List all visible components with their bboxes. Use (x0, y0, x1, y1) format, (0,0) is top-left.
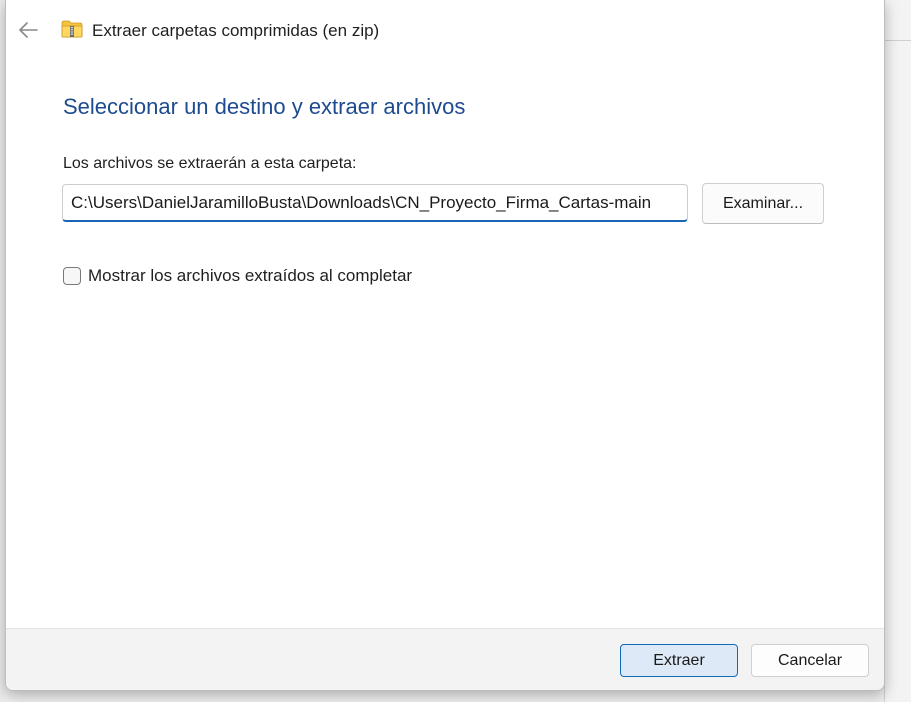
background-window-right (884, 0, 911, 702)
background-divider (885, 40, 911, 41)
cancel-button[interactable]: Cancelar (751, 644, 869, 677)
arrow-left-icon (19, 22, 38, 38)
extract-button[interactable]: Extraer (620, 644, 738, 677)
show-files-checkbox[interactable] (63, 267, 81, 285)
extract-dialog: Extraer carpetas comprimidas (en zip) Se… (5, 0, 885, 691)
destination-path-input[interactable] (62, 184, 688, 222)
back-button[interactable] (12, 14, 44, 46)
dialog-footer: Extraer Cancelar (6, 628, 884, 690)
browse-button[interactable]: Examinar... (702, 183, 824, 224)
dialog-title: Extraer carpetas comprimidas (en zip) (92, 21, 380, 40)
page-heading: Seleccionar un destino y extraer archivo… (63, 94, 466, 119)
destination-label: Los archivos se extraerán a esta carpeta… (63, 155, 357, 172)
show-files-label: Mostrar los archivos extraídos al comple… (88, 266, 413, 285)
dialog-titlebar: Extraer carpetas comprimidas (en zip) (6, 0, 884, 62)
zip-folder-icon (61, 20, 83, 38)
show-files-option[interactable]: Mostrar los archivos extraídos al comple… (63, 264, 412, 288)
